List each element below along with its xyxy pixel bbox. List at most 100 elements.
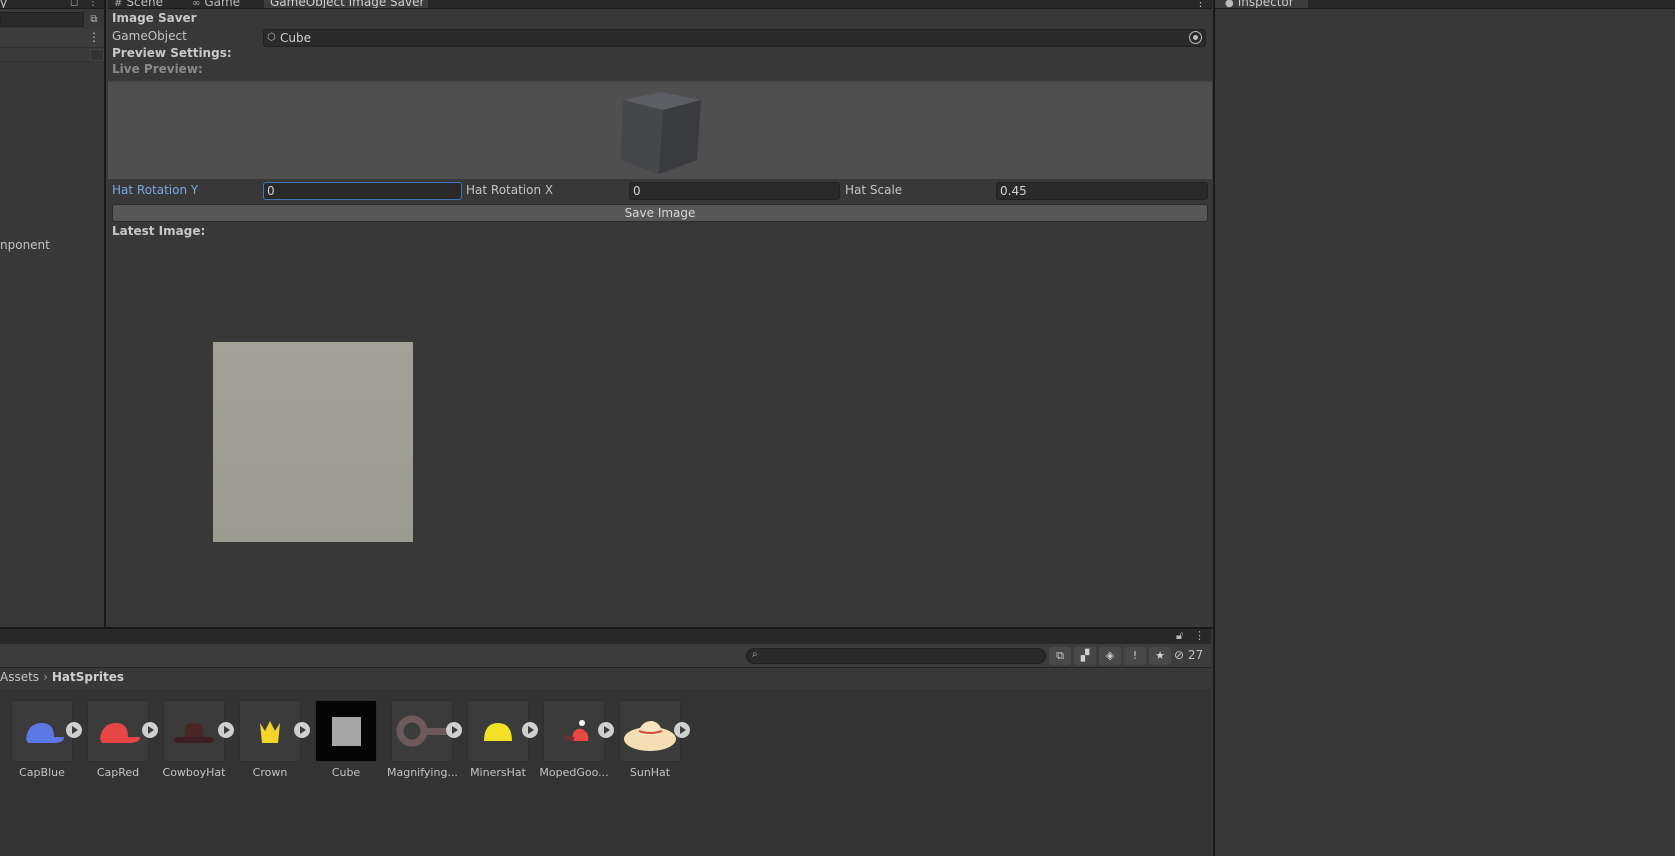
sunhat-thumbnail [619, 700, 681, 762]
cube-thumbnail [315, 700, 377, 762]
search-icon: ⌕ [752, 649, 758, 660]
inspector-tab-label: Inspector [1237, 0, 1294, 9]
gameobject-value: Cube [280, 31, 311, 45]
cowboyhat-thumbnail [163, 700, 225, 762]
tab-scene[interactable]: # Scene [114, 0, 163, 9]
live-preview-area[interactable] [108, 81, 1212, 179]
play-icon[interactable] [66, 722, 82, 738]
gameobject-field[interactable]: ⬡ Cube [263, 29, 1206, 47]
magnifying-glass-icon [396, 715, 448, 747]
tab-game[interactable]: ∞ Game [192, 0, 241, 9]
capred-thumbnail [87, 700, 149, 762]
asset-name: MopedGoo... [539, 766, 609, 779]
minershat-thumbnail [467, 700, 529, 762]
hierarchy-search-input[interactable] [0, 12, 84, 27]
hidden-count: 27 [1187, 648, 1204, 662]
asset-crown[interactable]: Crown [239, 700, 315, 780]
object-picker-icon[interactable] [1189, 31, 1202, 44]
filter-by-type-icon[interactable]: ▞ [1074, 647, 1096, 665]
hierarchy-panel [0, 0, 106, 627]
asset-sunhat[interactable]: SunHat [619, 700, 695, 780]
asset-minershat[interactable]: MinersHat [467, 700, 543, 780]
asset-capred[interactable]: CapRed [87, 700, 163, 780]
hidden-packages-toggle[interactable]: ⊘ 27 [1174, 648, 1203, 662]
hat-scale-input[interactable]: 0.45 [996, 182, 1208, 200]
cap-blue-icon [26, 723, 64, 743]
hat-scale-label: Hat Scale [845, 183, 903, 197]
play-icon[interactable] [218, 722, 234, 738]
project-search-input[interactable]: ⌕ [746, 648, 1046, 664]
game-controller-icon: ∞ [192, 0, 201, 9]
mopedgoo-thumbnail [543, 700, 605, 762]
search-by-type-icon[interactable]: ⧉ [1049, 647, 1071, 665]
lock-icon[interactable]: 🔓︎ [1176, 629, 1183, 643]
window-header: Image Saver [112, 11, 197, 25]
play-icon[interactable] [446, 722, 462, 738]
play-icon[interactable] [142, 722, 158, 738]
asset-name: Crown [252, 766, 288, 779]
filter-by-label-icon[interactable]: ◈ [1099, 647, 1121, 665]
asset-cowboyhat[interactable]: CowboyHat [163, 700, 239, 780]
crown-thumbnail [239, 700, 301, 762]
tab-scene-label: Scene [126, 0, 163, 9]
hierarchy-search-row: ⧉ [0, 10, 104, 29]
asset-name: MinersHat [470, 766, 526, 779]
play-icon[interactable] [674, 722, 690, 738]
crown-icon [260, 721, 280, 743]
asset-name: CapBlue [19, 766, 65, 779]
save-image-button[interactable]: Save Image [112, 204, 1208, 222]
asset-name: SunHat [629, 766, 671, 779]
asset-name: CowboyHat [162, 766, 226, 779]
breadcrumb: Assets › HatSprites [0, 669, 1211, 689]
more-options-icon[interactable]: ⋮ [88, 0, 98, 8]
eye-slash-icon: ⊘ [1174, 648, 1185, 662]
more-options-icon[interactable]: ⋮ [1194, 629, 1205, 642]
more-options-icon[interactable]: ⋮ [1195, 0, 1206, 8]
breadcrumb-hatsprites[interactable]: HatSprites [52, 670, 124, 684]
hat-rotation-y-input[interactable]: 0 [263, 182, 462, 200]
moped-goggles-icon [563, 720, 589, 741]
hierarchy-tab-label[interactable]: y [0, 0, 7, 8]
asset-magnifying[interactable]: Magnifying... [387, 700, 467, 780]
editor-tab-bar: # Scene ∞ Game GameObject Image Saver ⋮ [108, 0, 1212, 9]
scene-menu-icon[interactable]: ⋮ [88, 30, 100, 44]
hat-rotation-y-label: Hat Rotation Y [112, 183, 199, 197]
hat-rotation-x-input[interactable]: 0 [629, 182, 840, 200]
hat-rotation-x-label: Hat Rotation X [466, 183, 554, 197]
scene-grid-icon: # [114, 0, 123, 9]
latest-image-preview [213, 342, 413, 542]
lock-icon[interactable]: ◻ [70, 0, 78, 8]
cowboy-hat-icon [174, 723, 214, 743]
capblue-thumbnail [11, 700, 73, 762]
asset-name: Magnifying... [387, 766, 457, 779]
filter-by-log-icon[interactable]: ! [1124, 647, 1146, 665]
play-icon[interactable] [598, 722, 614, 738]
asset-name: CapRed [96, 766, 140, 779]
search-by-type-icon[interactable]: ⧉ [86, 12, 102, 27]
sun-hat-icon [624, 721, 676, 751]
miners-hat-icon [484, 723, 512, 741]
preview-settings-label: Preview Settings: [112, 46, 232, 60]
gameobject-label: GameObject [112, 29, 187, 43]
tab-image-saver-label: GameObject Image Saver [270, 0, 425, 9]
hierarchy-item-row[interactable] [0, 48, 104, 62]
asset-cube[interactable]: Cube [315, 700, 391, 780]
hierarchy-scene-row[interactable]: ⋮ [0, 29, 104, 48]
project-toolbar: ⌕ ⧉ ▞ ◈ ! ★ ⊘ 27 [0, 644, 1211, 668]
tab-inspector[interactable]: ● Inspector [1215, 0, 1308, 9]
play-icon[interactable] [294, 722, 310, 738]
item-toggle-icon[interactable] [90, 49, 104, 61]
asset-name: Cube [331, 766, 361, 779]
cube-sprite-icon [332, 717, 361, 746]
play-icon[interactable] [522, 722, 538, 738]
breadcrumb-assets[interactable]: Assets [0, 670, 39, 684]
hierarchy-component-label: nponent [0, 238, 50, 252]
asset-capblue[interactable]: CapBlue [11, 700, 87, 780]
asset-mopedgoo[interactable]: MopedGoo... [539, 700, 619, 780]
latest-image-label: Latest Image: [112, 224, 206, 238]
image-saver-window: Image Saver GameObject ⬡ Cube Preview Se… [108, 10, 1212, 627]
inspector-panel: ● Inspector [1213, 0, 1675, 856]
favorite-star-icon[interactable]: ★ [1149, 647, 1171, 665]
tab-gameobject-image-saver[interactable]: GameObject Image Saver [264, 0, 428, 9]
tab-game-label: Game [204, 0, 241, 9]
